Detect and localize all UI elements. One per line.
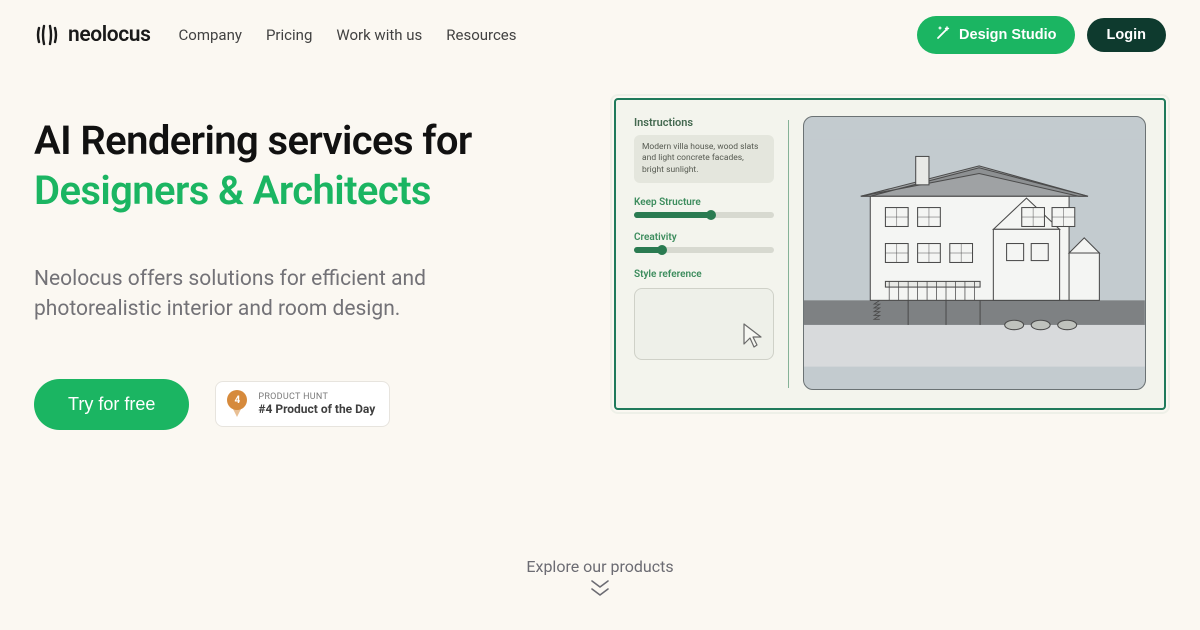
try-for-free-button[interactable]: Try for free [34, 379, 189, 430]
demo-style-dropzone[interactable] [634, 288, 774, 360]
demo-slider-keep-structure[interactable] [634, 212, 774, 218]
hero-subtext: Neolocus offers solutions for efficient … [34, 264, 494, 325]
magic-wand-icon [935, 25, 951, 45]
hero-title-accent: Designers & Architects [34, 166, 574, 216]
design-studio-button[interactable]: Design Studio [917, 16, 1074, 54]
demo-instructions-heading: Instructions [634, 116, 774, 129]
design-studio-label: Design Studio [959, 27, 1056, 43]
login-label: Login [1107, 27, 1146, 43]
hero-title-line1: AI Rendering services for [34, 117, 472, 164]
hero-cta-row: Try for free 4 PRODUCT HUNT #4 Product o… [34, 379, 574, 430]
demo-style-heading: Style reference [634, 269, 774, 280]
explore-label: Explore our products [526, 557, 673, 576]
header: neolocus Company Pricing Work with us Re… [0, 0, 1200, 58]
nav-resources[interactable]: Resources [446, 26, 516, 44]
product-hunt-badge[interactable]: 4 PRODUCT HUNT #4 Product of the Day [215, 381, 390, 427]
cursor-icon [741, 322, 767, 353]
hero-illustration: Instructions Modern villa house, wood sl… [614, 98, 1166, 410]
demo-panel: Instructions Modern villa house, wood sl… [614, 98, 1166, 410]
demo-slider1-label: Keep Structure [634, 197, 774, 208]
product-hunt-text: PRODUCT HUNT #4 Product of the Day [258, 392, 375, 416]
brand-name: neolocus [68, 23, 151, 47]
explore-prompt[interactable]: Explore our products [0, 557, 1200, 598]
demo-slider2-label: Creativity [634, 232, 774, 243]
nav-company[interactable]: Company [179, 26, 242, 44]
hero-copy: AI Rendering services for Designers & Ar… [34, 98, 574, 430]
demo-preview [803, 116, 1146, 390]
medal-icon: 4 [226, 390, 248, 418]
try-for-free-label: Try for free [68, 394, 155, 414]
demo-divider [788, 120, 789, 388]
nav-pricing[interactable]: Pricing [266, 26, 312, 44]
primary-nav: Company Pricing Work with us Resources [179, 26, 517, 44]
hero-title: AI Rendering services for Designers & Ar… [34, 116, 574, 216]
demo-slider-creativity[interactable] [634, 247, 774, 253]
logo-icon [34, 22, 60, 48]
brand[interactable]: neolocus [34, 22, 151, 48]
demo-controls: Instructions Modern villa house, wood sl… [634, 116, 774, 390]
nav-work-with-us[interactable]: Work with us [336, 26, 422, 44]
login-button[interactable]: Login [1087, 18, 1166, 52]
header-actions: Design Studio Login [917, 16, 1166, 54]
demo-instructions-text: Modern villa house, wood slats and light… [634, 135, 774, 183]
chevron-down-icon [589, 582, 611, 598]
hero: AI Rendering services for Designers & Ar… [0, 58, 1200, 430]
product-hunt-line2: #4 Product of the Day [258, 403, 375, 417]
